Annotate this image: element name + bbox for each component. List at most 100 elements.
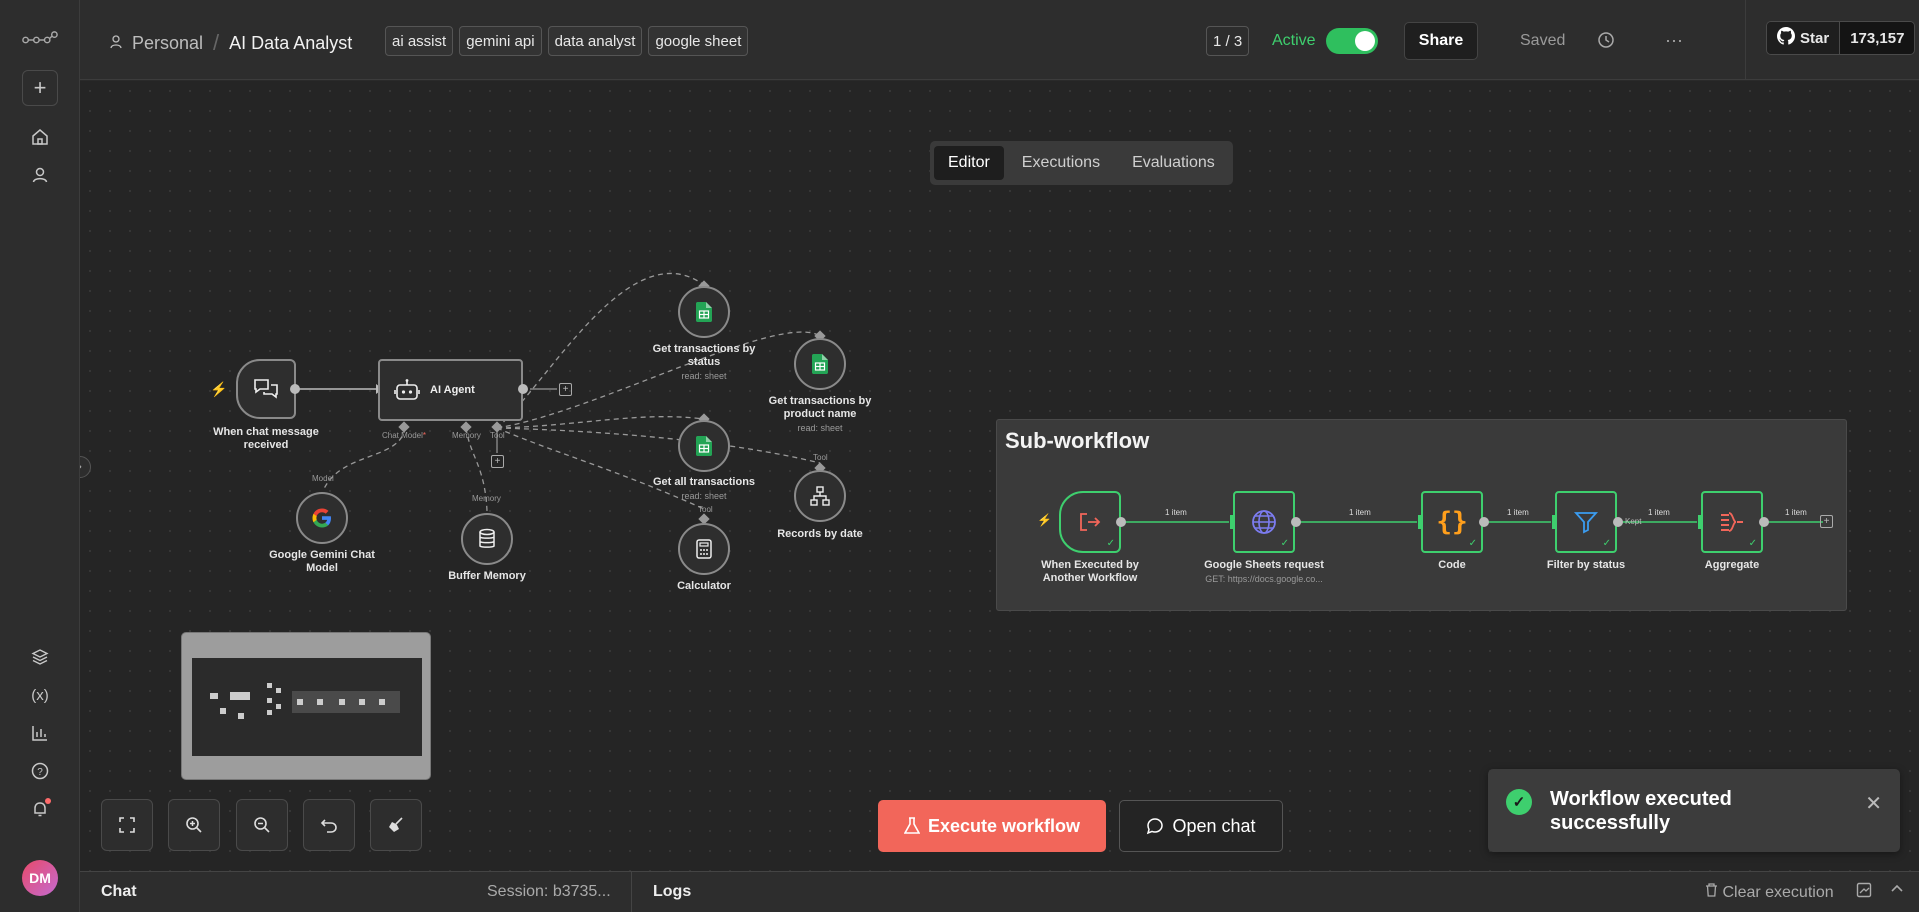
chat-trigger-node[interactable] [236,359,296,419]
clear-execution-button[interactable]: Clear execution [1705,883,1834,902]
home-icon[interactable] [22,119,58,155]
workflow-title[interactable]: AI Data Analyst [229,33,352,54]
add-output-icon[interactable]: + [559,383,572,396]
avatar[interactable]: DM [22,860,58,896]
port-label-tool3: Tool [813,453,828,462]
undo-button[interactable] [303,799,355,851]
connection-line [496,416,705,429]
chat-panel-tab[interactable]: Chat [101,883,137,901]
zoom-out-button[interactable] [236,799,288,851]
share-button[interactable]: Share [1404,22,1478,60]
workspace-link[interactable]: Personal [132,33,203,54]
tab-editor[interactable]: Editor [934,146,1004,180]
pop-out-icon[interactable] [1856,882,1872,903]
fit-view-button[interactable] [101,799,153,851]
close-icon[interactable]: ✕ [1865,791,1882,816]
more-options-icon[interactable]: ··· [1662,28,1686,52]
active-toggle[interactable] [1326,28,1378,54]
tab-executions[interactable]: Executions [1008,146,1114,180]
execute-workflow-trigger-node[interactable]: ✓ [1059,491,1121,553]
notifications-icon[interactable] [22,791,58,827]
sign-in-icon [1080,513,1101,531]
n8n-logo-icon[interactable] [22,22,58,58]
top-bar: Personal / AI Data Analyst ai assist gem… [80,0,1919,80]
tidy-up-button[interactable] [370,799,422,851]
check-circle-icon: ✓ [1506,789,1532,815]
check-icon: ✓ [1748,538,1757,549]
open-chat-button[interactable]: Open chat [1119,800,1283,852]
node-output-port[interactable] [1479,517,1489,527]
logs-panel-tab[interactable]: Logs [653,883,691,901]
code-node[interactable]: {} ✓ [1421,491,1483,553]
variables-icon[interactable]: (x) [22,677,58,713]
node-output-port[interactable] [1116,517,1126,527]
check-icon: ✓ [1602,538,1611,549]
view-tabs: Editor Executions Evaluations [930,141,1233,185]
node-output-port[interactable] [1759,517,1769,527]
minimap[interactable] [181,632,431,780]
minimap-node [339,699,345,705]
add-output-icon[interactable]: + [1820,515,1833,528]
google-sheets-icon [696,302,712,322]
filter-node[interactable]: ✓ [1555,491,1617,553]
version-pager[interactable]: 1 / 3 [1206,26,1250,56]
buffer-memory-node[interactable] [461,513,513,565]
session-label[interactable]: Session: b3735... [487,883,611,901]
tag-item[interactable]: gemini api [459,26,542,56]
insights-icon[interactable] [22,715,58,751]
tag-item[interactable]: google sheet [648,26,749,56]
workflow-canvas[interactable]: Editor Executions Evaluations + › [80,81,1919,871]
execute-workflow-button[interactable]: Execute workflow [878,800,1106,852]
tool-all-label: Get all transactions [652,476,756,488]
ai-agent-node[interactable]: AI Agent [378,359,523,421]
minimap-node [317,699,323,705]
sheets-node-all[interactable] [678,420,730,472]
templates-icon[interactable] [22,639,58,675]
minimap-node [210,693,218,699]
google-sheets-icon [812,354,828,374]
user-icon[interactable] [22,157,58,193]
item-count-label: 1 item [1785,508,1807,517]
minimap-node [267,698,272,703]
chevron-up-icon[interactable] [1890,882,1904,901]
aggregate-node[interactable]: ✓ [1701,491,1763,553]
gemini-node-label: Google Gemini Chat Model [269,549,375,574]
breadcrumb-separator: / [213,30,220,55]
broom-icon [389,817,403,832]
tab-evaluations[interactable]: Evaluations [1118,146,1229,180]
port-label-chat-model: Chat Model* [382,431,426,440]
port-label-text: Chat Model [382,431,423,440]
node-output-port[interactable] [518,384,528,394]
left-sidebar: + (x) ? DM [0,0,80,912]
github-icon [1777,27,1795,49]
tag-list: ai assist gemini api data analyst google… [385,26,749,56]
minimap-node [238,713,244,719]
tag-item[interactable]: ai assist [385,26,454,56]
sheets-node-product[interactable] [794,338,846,390]
records-by-date-node[interactable] [794,470,846,522]
port-label-memory: Memory [452,431,481,440]
open-chat-label: Open chat [1172,815,1256,836]
github-star-button[interactable]: Star 173,157 [1766,21,1916,55]
add-icon[interactable]: + [22,70,58,106]
calculator-node[interactable] [678,523,730,575]
node-output-port[interactable] [290,384,300,394]
tool-all-sub: read: sheet [681,491,727,501]
add-tool-icon[interactable]: + [491,455,504,468]
chat-icon [254,379,278,399]
node-output-port[interactable] [1613,517,1623,527]
tag-item[interactable]: data analyst [547,26,643,56]
memory-node-label: Buffer Memory [448,570,526,582]
sub-workflow-sticky[interactable]: Sub-workflow ⚡ ✓ When Executed by Anothe… [996,419,1847,611]
minimap-node [230,692,250,700]
subflow-node-sub: GET: https://docs.google.co... [1205,574,1323,584]
node-output-port[interactable] [1291,517,1301,527]
google-gemini-node[interactable] [296,492,348,544]
zoom-in-button[interactable] [168,799,220,851]
google-sheets-request-node[interactable]: ✓ [1233,491,1295,553]
history-icon[interactable] [1594,28,1618,52]
minimap-node [267,683,272,688]
zoom-out-icon [254,817,270,833]
help-icon[interactable]: ? [22,753,58,789]
sheets-node-status[interactable] [678,286,730,338]
